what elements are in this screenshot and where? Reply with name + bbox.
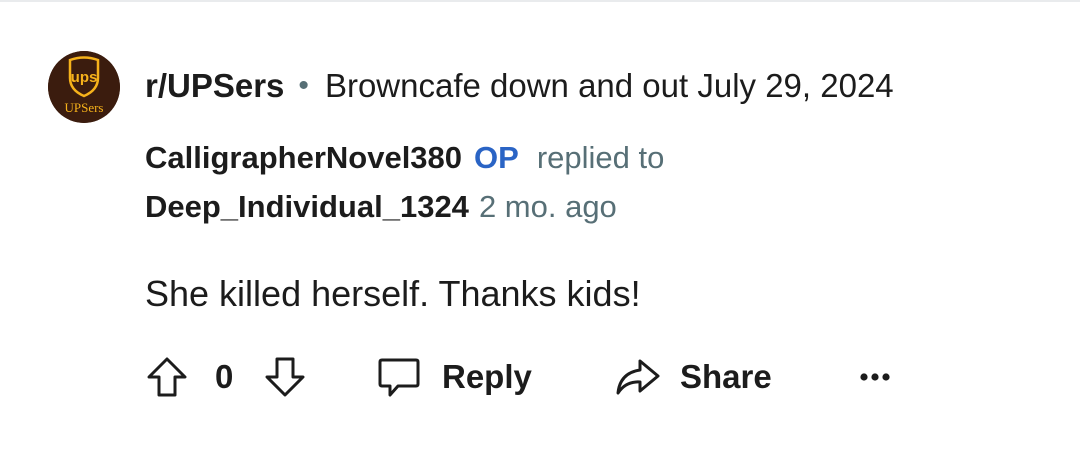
comment-author[interactable]: CalligrapherNovel380 bbox=[145, 140, 462, 176]
comment-body: She killed herself. Thanks kids! bbox=[145, 273, 641, 314]
logo-text: ups bbox=[71, 69, 98, 86]
reply-label: Reply bbox=[442, 358, 532, 395]
comment-meta-second-line: Deep_Individual_1324 2 mo. ago bbox=[145, 186, 617, 228]
more-options-button[interactable] bbox=[858, 345, 892, 409]
avatar-caption: UPSers bbox=[64, 100, 103, 115]
share-label: Share bbox=[680, 358, 772, 395]
post-header: r/UPSers • Browncafe down and out July 2… bbox=[145, 64, 894, 108]
replied-to-user[interactable]: Deep_Individual_1324 bbox=[145, 189, 469, 225]
share-button[interactable]: Share bbox=[614, 345, 772, 409]
replied-to-label: replied to bbox=[536, 140, 665, 175]
share-arrow-icon bbox=[616, 359, 660, 395]
reply-button[interactable]: Reply bbox=[376, 345, 532, 409]
op-badge: OP bbox=[474, 140, 519, 175]
comment-meta: CalligrapherNovel380 OP replied to bbox=[145, 137, 664, 179]
comment-timestamp: 2 mo. ago bbox=[478, 189, 617, 224]
post-title[interactable]: Browncafe down and out July 29, 2024 bbox=[325, 67, 894, 105]
vote-count-label: 0 bbox=[215, 358, 234, 395]
downvote-button[interactable] bbox=[263, 345, 307, 409]
subreddit-name[interactable]: r/UPSers bbox=[145, 67, 284, 105]
arrow-up-icon bbox=[147, 357, 187, 397]
subreddit-avatar[interactable]: ups UPSers bbox=[48, 51, 120, 123]
ellipsis-icon bbox=[860, 373, 890, 381]
vote-count: 0 bbox=[215, 345, 233, 409]
comment-actions: 0 Reply Share bbox=[0, 345, 1080, 409]
separator-dot: • bbox=[298, 69, 309, 102]
arrow-down-icon bbox=[265, 357, 305, 397]
top-divider bbox=[0, 0, 1080, 2]
speech-bubble-icon bbox=[378, 358, 420, 397]
ups-logo-icon: ups UPSers bbox=[48, 51, 120, 123]
upvote-button[interactable] bbox=[145, 345, 189, 409]
